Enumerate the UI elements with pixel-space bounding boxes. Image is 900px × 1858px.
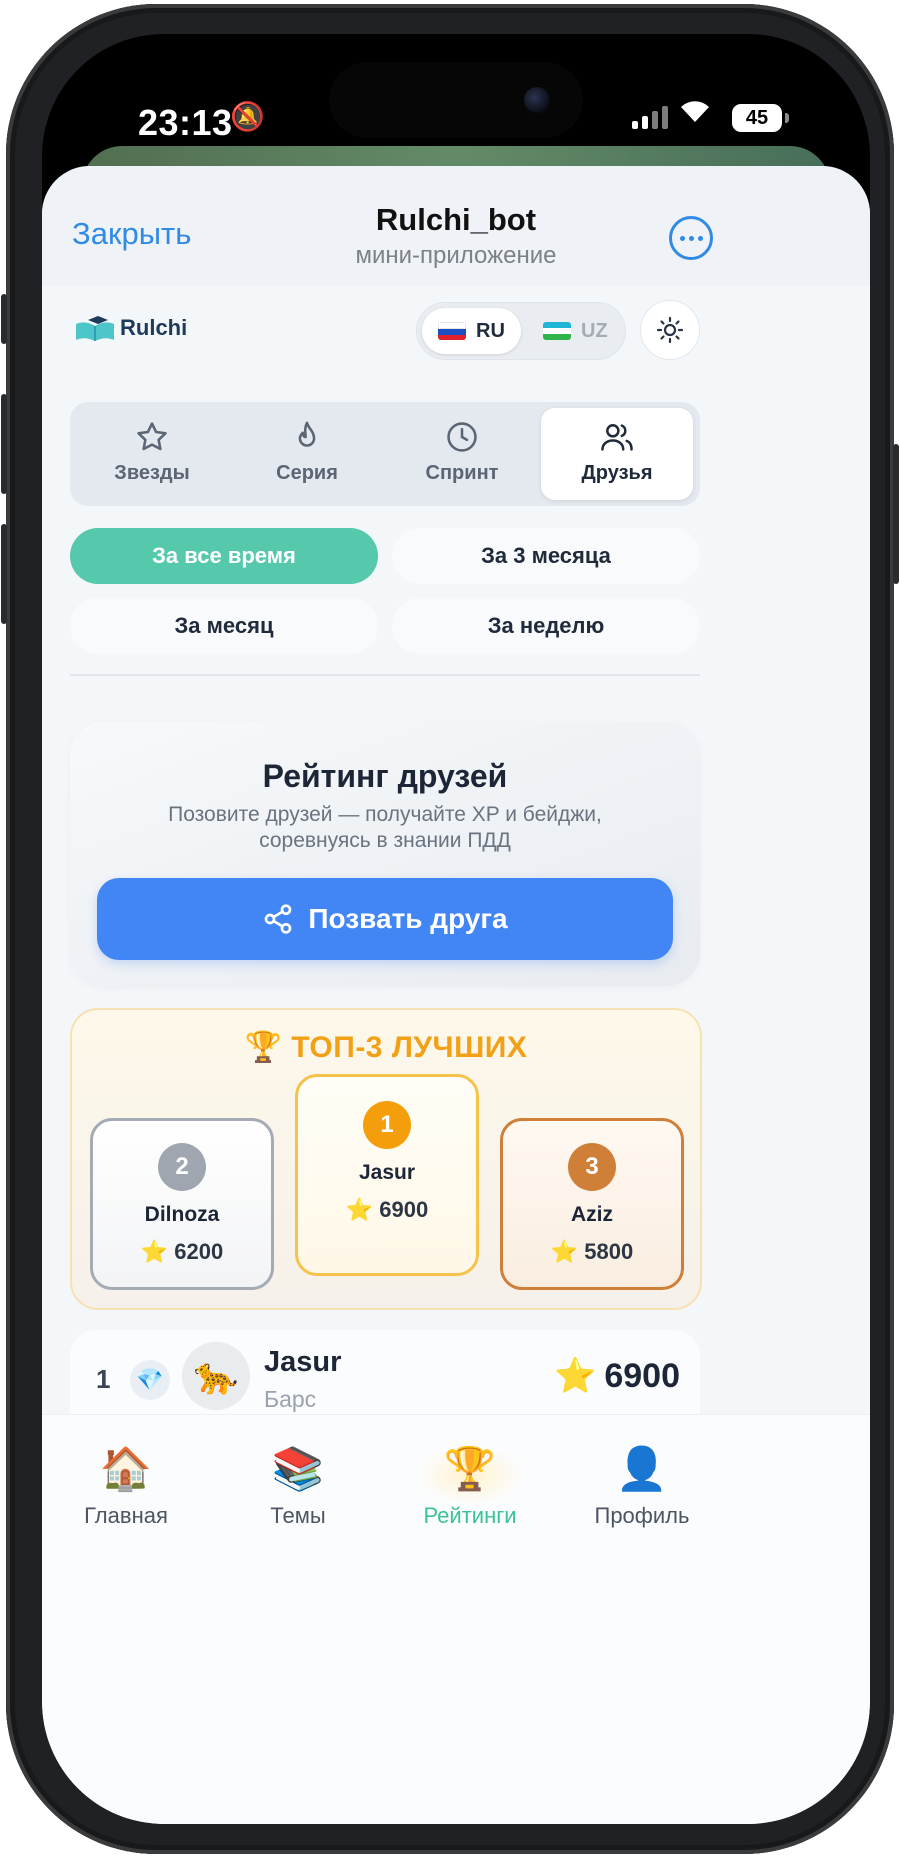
uz-flag-icon bbox=[543, 322, 571, 340]
star-icon bbox=[137, 422, 167, 451]
friends-rating-card: Рейтинг друзей Позовите друзей — получай… bbox=[70, 722, 700, 986]
period-week-button[interactable]: За неделю bbox=[392, 598, 700, 654]
tab-sprint-label: Спринт bbox=[425, 462, 499, 484]
house-icon: 🏠 bbox=[99, 1445, 153, 1492]
tab-stars[interactable]: Звезды bbox=[76, 408, 228, 500]
rank-badge-3: 3 bbox=[568, 1143, 616, 1191]
language-uz-label: UZ bbox=[581, 319, 608, 342]
rank-badge-1: 1 bbox=[363, 1101, 411, 1149]
leaderboard-score: ⭐ 6900 bbox=[554, 1356, 680, 1396]
language-uz-button[interactable]: UZ bbox=[527, 308, 624, 354]
tab-stars-label: Звезды bbox=[114, 462, 190, 484]
share-icon bbox=[265, 904, 292, 934]
star-emoji-icon: ⭐ bbox=[554, 1357, 597, 1395]
rating-tabs: Звезды Серия Спринт Друзья bbox=[70, 402, 700, 506]
nav-home-label: Главная bbox=[84, 1503, 168, 1528]
more-menu-button[interactable] bbox=[669, 216, 713, 260]
books-icon: 📚 bbox=[271, 1445, 325, 1492]
trophy-icon: 🏆 bbox=[244, 1031, 283, 1064]
bell-off-icon: 🔕 bbox=[230, 101, 265, 132]
nav-profile-label: Профиль bbox=[594, 1503, 690, 1528]
app-logo: Rulchi bbox=[74, 314, 187, 342]
wifi-icon bbox=[679, 98, 711, 132]
volume-up-button bbox=[1, 394, 7, 494]
leaderboard-name: Jasur bbox=[264, 1346, 342, 1378]
top3-title-text: ТОП-3 ЛУЧШИХ bbox=[291, 1031, 528, 1064]
language-ru-button[interactable]: RU bbox=[422, 308, 521, 354]
podium-second[interactable]: 2 Dilnoza ⭐ 6200 bbox=[90, 1118, 274, 1290]
language-switcher: RU UZ bbox=[416, 302, 626, 360]
top3-title: 🏆 ТОП-3 ЛУЧШИХ bbox=[72, 1030, 700, 1065]
podium-third-score: ⭐ 5800 bbox=[550, 1239, 634, 1264]
screen: 23:13 🔕 45 Закрыть Rulchi_bot мини-прило… bbox=[42, 34, 870, 1824]
leaderboard-level: Барс bbox=[264, 1386, 317, 1412]
nav-ratings[interactable]: 🏆 Рейтинги bbox=[390, 1445, 550, 1529]
friends-rating-description: Позовите друзей — получайте XP и бейджи,… bbox=[168, 803, 602, 852]
bottom-navigation: 🏠 Главная 📚 Темы 🏆 Рейтинги 👤 Профиль bbox=[42, 1414, 870, 1824]
tab-sprint[interactable]: Спринт bbox=[386, 408, 538, 500]
period-month-button[interactable]: За месяц bbox=[70, 598, 378, 654]
podium-first[interactable]: 1 Jasur ⭐ 6900 bbox=[295, 1074, 479, 1276]
battery-icon: 45 bbox=[732, 104, 782, 132]
invite-friend-button[interactable]: Позвать друга bbox=[97, 878, 673, 960]
friends-rating-title: Рейтинг друзей bbox=[262, 758, 508, 794]
tab-streak[interactable]: Серия bbox=[231, 408, 383, 500]
bot-subtitle: мини-приложение bbox=[355, 242, 557, 269]
podium-third[interactable]: 3 Aziz ⭐ 5800 bbox=[500, 1118, 684, 1290]
nav-ratings-label: Рейтинги bbox=[423, 1503, 517, 1528]
star-emoji-icon: ⭐ bbox=[550, 1239, 579, 1264]
invite-friend-label: Позвать друга bbox=[308, 903, 508, 934]
battery-tip bbox=[785, 113, 789, 123]
podium-second-name: Dilnoza bbox=[144, 1203, 220, 1226]
rank-badge-2: 2 bbox=[158, 1143, 206, 1191]
tab-friends[interactable]: Друзья bbox=[541, 408, 693, 500]
podium-third-name: Aziz bbox=[571, 1203, 613, 1226]
period-3-months-button[interactable]: За 3 месяца bbox=[392, 528, 700, 584]
podium-first-score: ⭐ 6900 bbox=[345, 1197, 429, 1222]
telegram-header: Закрыть Rulchi_bot мини-приложение bbox=[42, 166, 870, 286]
sun-icon bbox=[656, 316, 684, 344]
leopard-avatar-icon: 🐆 bbox=[182, 1342, 250, 1410]
period-all-time-button[interactable]: За все время bbox=[70, 528, 378, 584]
dynamic-island bbox=[329, 62, 583, 138]
mini-app-sheet: Закрыть Rulchi_bot мини-приложение Rulch… bbox=[42, 166, 870, 1824]
camera-icon bbox=[524, 87, 550, 113]
diamond-icon: 💎 bbox=[130, 1360, 170, 1400]
volume-down-button bbox=[1, 524, 7, 624]
tab-streak-label: Серия bbox=[276, 462, 338, 484]
nav-topics-label: Темы bbox=[270, 1503, 326, 1528]
star-emoji-icon: ⭐ bbox=[345, 1197, 374, 1222]
leaderboard-rank: 1 bbox=[96, 1364, 111, 1394]
phone-frame: 23:13 🔕 45 Закрыть Rulchi_bot мини-прило… bbox=[1, 4, 899, 1854]
bot-title: Rulchi_bot bbox=[375, 202, 537, 237]
status-time: 23:13 bbox=[138, 102, 233, 143]
theme-toggle-button[interactable] bbox=[640, 300, 700, 360]
logo-text: Rulchi bbox=[120, 315, 188, 340]
power-button bbox=[893, 444, 899, 584]
star-emoji-icon: ⭐ bbox=[140, 1239, 169, 1264]
flame-icon bbox=[298, 421, 316, 447]
divider bbox=[70, 674, 700, 676]
nav-topics[interactable]: 📚 Темы bbox=[218, 1445, 378, 1529]
top3-card: 🏆 ТОП-3 ЛУЧШИХ 2 Dilnoza ⭐ 6200 1 Jasur … bbox=[70, 1008, 702, 1310]
podium-first-name: Jasur bbox=[358, 1161, 416, 1184]
silent-switch bbox=[1, 294, 7, 344]
nav-home[interactable]: 🏠 Главная bbox=[46, 1445, 206, 1529]
profile-icon: 👤 bbox=[615, 1445, 669, 1492]
language-ru-label: RU bbox=[476, 319, 505, 342]
tab-friends-label: Друзья bbox=[581, 462, 653, 484]
signal-icon bbox=[632, 106, 668, 129]
ru-flag-icon bbox=[438, 322, 466, 340]
nav-profile[interactable]: 👤 Профиль bbox=[562, 1445, 722, 1529]
users-icon bbox=[601, 423, 633, 451]
podium-second-score: ⭐ 6200 bbox=[140, 1239, 224, 1264]
trophy-icon: 🏆 bbox=[443, 1445, 497, 1492]
clock-icon bbox=[447, 422, 477, 452]
book-logo-icon bbox=[76, 316, 114, 341]
